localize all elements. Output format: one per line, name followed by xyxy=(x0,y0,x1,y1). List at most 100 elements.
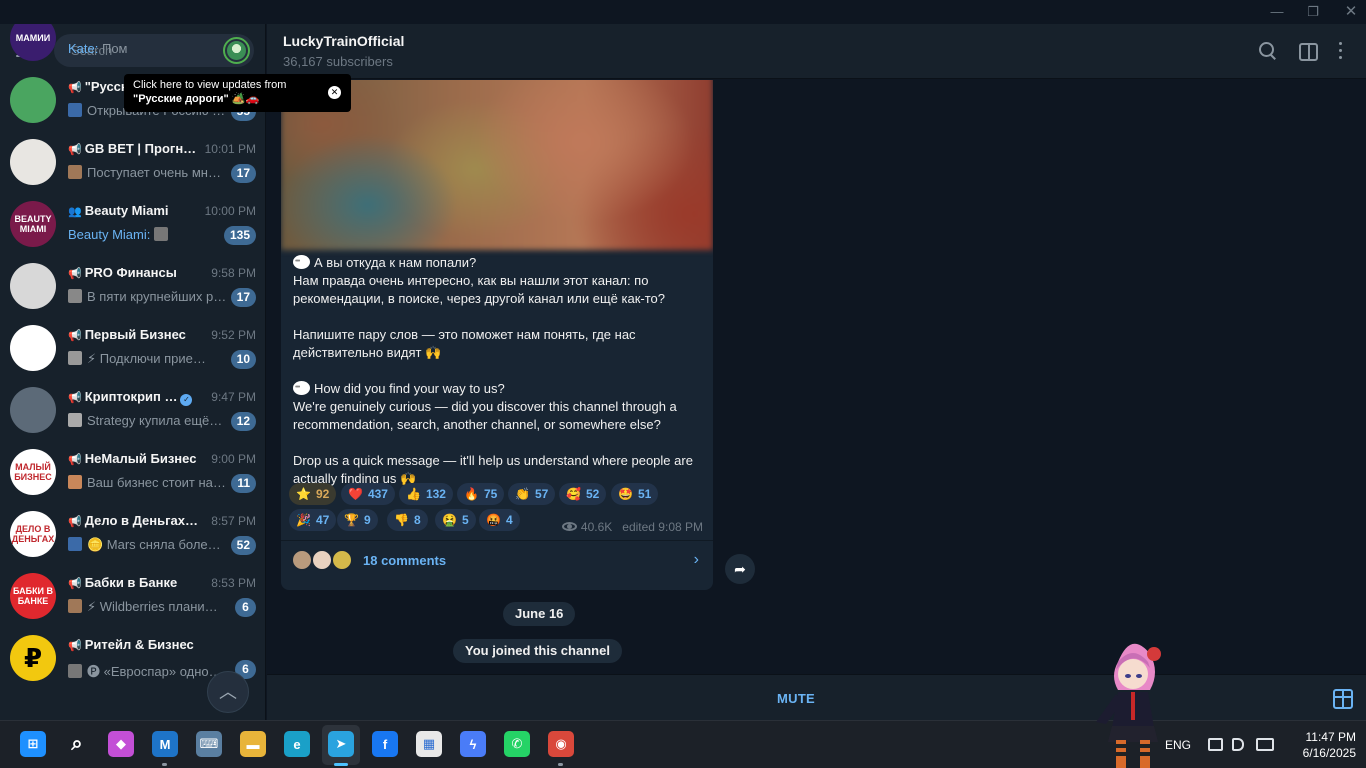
taskbar-running-indicator xyxy=(558,763,563,766)
taskbar-running-indicator xyxy=(162,763,167,766)
mail-taskbar-icon[interactable]: M xyxy=(152,731,178,757)
chat-avatar: BEAUTY MIAMI xyxy=(10,201,56,247)
whatsapp-taskbar-icon[interactable]: ✆ xyxy=(504,731,530,757)
chat-list-item[interactable]: 📢 PRO Финансы 9:58 PM В пяти крупнейших рос… xyxy=(0,256,265,318)
facebook-taskbar-icon[interactable]: f xyxy=(372,731,398,757)
post-paragraph: We're genuinely curious — did you discov… xyxy=(293,398,705,434)
reaction-emoji: 🥰 xyxy=(566,487,581,501)
network-icon[interactable] xyxy=(1208,738,1223,751)
store-taskbar-icon[interactable]: ▦ xyxy=(416,731,442,757)
chrome-taskbar-icon[interactable]: ◉ xyxy=(548,731,574,757)
channel-title[interactable]: LuckyTrainOfficial xyxy=(283,33,404,49)
chat-time: 9:52 PM xyxy=(211,328,256,342)
channel-icon: 📢 xyxy=(68,516,82,528)
chat-title-text: Beauty Miami xyxy=(84,203,169,218)
scroll-to-top-button[interactable]: ︿ xyxy=(207,671,249,713)
explorer-taskbar-icon[interactable]: ▬ xyxy=(240,731,266,757)
preview-text: В пяти крупнейших рос… xyxy=(87,289,228,304)
tooltip-close-icon[interactable]: ✕ xyxy=(328,86,341,99)
reaction-chip[interactable]: 👏 57 xyxy=(508,483,556,505)
chat-list-item[interactable]: МАМИИ Kate: Пом xyxy=(0,24,265,70)
more-options-icon[interactable] xyxy=(1333,40,1347,62)
preview-text: 🅟 «Евроспар» одно… xyxy=(87,664,222,679)
search-icon[interactable] xyxy=(1257,40,1279,62)
chat-title-text: Бабки в Банке xyxy=(84,575,178,590)
preview-text: Поступает очень много… xyxy=(87,165,228,180)
preview-thumbnail xyxy=(68,413,82,427)
chat-list-item[interactable]: 📢 GB BET | Прогн… 10:01 PM Поступает очень … xyxy=(0,132,265,194)
taskbar-active-indicator xyxy=(334,763,348,766)
battery-icon[interactable] xyxy=(1256,738,1274,751)
reaction-emoji: ❤️ xyxy=(348,487,363,501)
keyboard-taskbar-icon[interactable]: ⌨ xyxy=(196,731,222,757)
reaction-chip[interactable]: 👍 132 xyxy=(399,483,453,505)
joined-service-message: You joined this channel xyxy=(453,639,622,663)
unread-badge: 17 xyxy=(230,288,256,307)
minimize-button[interactable]: — xyxy=(1262,3,1292,21)
channel-icon: 📢 xyxy=(68,82,82,94)
reaction-chip[interactable]: 👎 8 xyxy=(387,509,428,531)
chat-title: 📢 Ритейл & Бизнес xyxy=(68,637,200,652)
chat-preview: 🪙 Mars сняла боле… xyxy=(68,537,228,553)
chat-avatar: ₽ xyxy=(10,635,56,681)
sidebar-toggle-icon[interactable] xyxy=(1297,40,1319,62)
volume-icon[interactable] xyxy=(1232,738,1244,751)
chat-list-item[interactable]: ДЕЛО В ДЕНЬГАХ 📢 Дело в Деньгах … 8:57 PM 🪙 … xyxy=(0,504,265,566)
start-taskbar-icon[interactable]: ⊞ xyxy=(20,731,46,757)
tooltip-line-1: Click here to view updates from xyxy=(133,79,287,91)
system-clock[interactable]: 11:47 PM 6/16/2025 xyxy=(1286,729,1356,761)
edge-taskbar-icon[interactable]: e xyxy=(284,731,310,757)
chat-preview: Поступает очень много… xyxy=(68,165,228,180)
copilot-taskbar-icon[interactable]: ◆ xyxy=(108,731,134,757)
reaction-chip[interactable]: 🥰 52 xyxy=(559,483,607,505)
mute-button[interactable]: MUTE xyxy=(777,691,815,706)
reaction-chip[interactable]: 🎉 47 xyxy=(289,509,337,531)
reaction-count: 8 xyxy=(413,513,421,527)
reaction-chip[interactable]: 🤮 5 xyxy=(435,509,476,531)
chat-list-item[interactable]: 📢 Криптокрип … ✓ 9:47 PM Strategy купила ещё… xyxy=(0,380,265,442)
chat-time: 9:58 PM xyxy=(211,266,256,280)
chat-time: 8:53 PM xyxy=(211,576,256,590)
chat-list-item[interactable]: БАБКИ В БАНКЕ 📢 Бабки в Банке 8:53 PM ⚡ Wild… xyxy=(0,566,265,628)
search-taskbar-icon[interactable]: ⌕ xyxy=(64,731,90,757)
telegram-taskbar-icon[interactable]: ➤ xyxy=(328,731,354,757)
chat-list-item[interactable]: BEAUTY MIAMI 👥 Beauty Miami 10:00 PM Beauty … xyxy=(0,194,265,256)
edited-time: edited 9:08 PM xyxy=(622,520,703,534)
messenger-taskbar-icon[interactable]: ϟ xyxy=(460,731,486,757)
post-paragraph: Напишите пару слов — это поможет нам пон… xyxy=(293,326,705,362)
reaction-chip[interactable]: 🏆 9 xyxy=(337,509,378,531)
chat-preview: В пяти крупнейших рос… xyxy=(68,289,228,304)
maximize-button[interactable]: ❐ xyxy=(1298,3,1328,21)
chat-sidebar: Search МАМИИKate: Пом📢"Русские дорог…10:… xyxy=(0,24,266,728)
preview-thumbnail xyxy=(68,599,82,613)
preview-thumbnail xyxy=(68,475,82,489)
chat-title-text: PRO Финансы xyxy=(84,265,177,280)
chat-title: 👥 Beauty Miami xyxy=(68,203,200,218)
view-count: 40.6K xyxy=(580,520,613,534)
chat-list-item[interactable]: 📢 Первый Бизнес 9:52 PM ⚡ Подключи прие… 10 xyxy=(0,318,265,380)
comments-button[interactable]: 18 comments › xyxy=(281,540,713,580)
gift-icon[interactable] xyxy=(1333,689,1353,709)
reaction-chip[interactable]: ❤️ 437 xyxy=(341,483,395,505)
chat-time: 9:00 PM xyxy=(211,452,256,466)
close-window-button[interactable]: ✕ xyxy=(1336,3,1366,21)
chat-title: 📢 НеМалый Бизнес xyxy=(68,451,200,466)
unread-badge: 11 xyxy=(231,474,256,493)
reaction-count: 5 xyxy=(461,513,469,527)
preview-text: ⚡ Подключи прие… xyxy=(87,351,206,366)
channel-icon: 📢 xyxy=(68,330,82,342)
reaction-chip[interactable]: 🤩 51 xyxy=(611,483,659,505)
reaction-chip[interactable]: ⭐ 92 xyxy=(289,483,337,505)
chat-avatar xyxy=(10,139,56,185)
chat-title: 📢 Криптокрип … ✓ xyxy=(68,389,200,406)
chat-list-item[interactable]: МАЛЫЙ БИЗНЕС 📢 НеМалый Бизнес 9:00 PM Ваш би… xyxy=(0,442,265,504)
share-icon[interactable]: ➦ xyxy=(725,554,755,584)
commenter-avatar xyxy=(331,549,353,571)
preview-sender: Kate: xyxy=(68,41,102,56)
unread-badge: 10 xyxy=(230,350,256,369)
channel-icon: 📢 xyxy=(68,454,82,466)
reaction-chip[interactable]: 🤬 4 xyxy=(479,509,520,531)
reaction-chip[interactable]: 🔥 75 xyxy=(457,483,505,505)
reaction-count: 75 xyxy=(483,487,498,501)
preview-text: 🪙 Mars сняла боле… xyxy=(87,537,221,552)
